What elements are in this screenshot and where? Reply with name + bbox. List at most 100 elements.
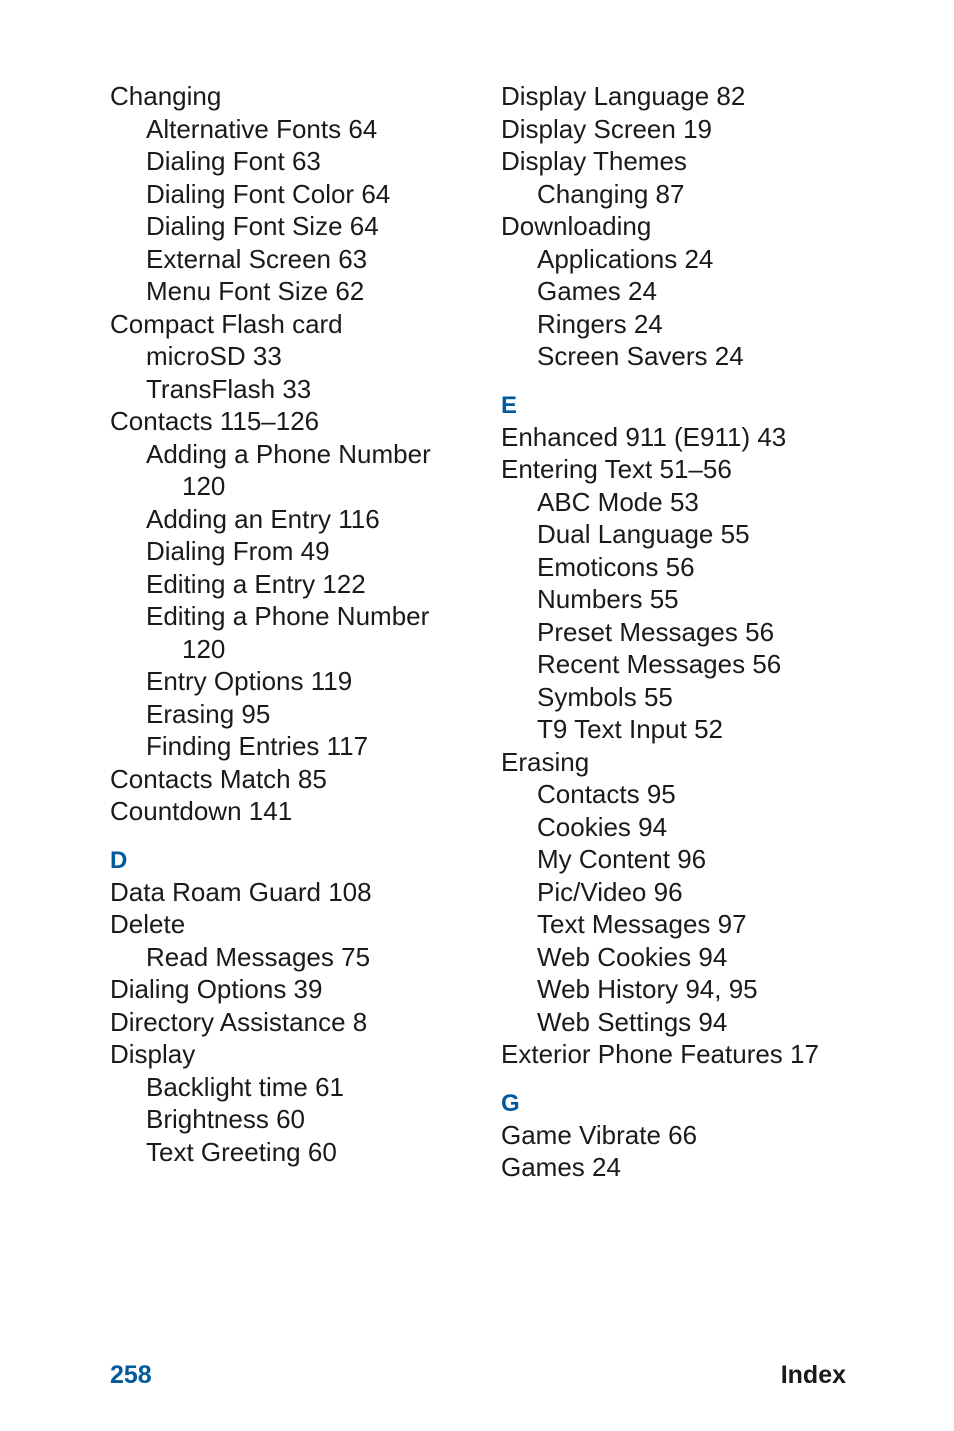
index-pages: 33 — [253, 341, 282, 371]
index-term: Directory Assistance — [110, 1007, 346, 1037]
index-entry: Finding Entries 117 — [146, 730, 453, 763]
index-pages: 96 — [654, 877, 683, 907]
index-entry: Delete — [110, 908, 453, 941]
index-pages: 64 — [361, 179, 390, 209]
index-term: Text Greeting — [146, 1137, 301, 1167]
index-term: Emoticons — [537, 552, 658, 582]
index-entry: Ringers 24 — [537, 308, 844, 341]
index-pages: 49 — [301, 536, 330, 566]
index-pages: 141 — [249, 796, 292, 826]
index-entry: Numbers 55 — [537, 583, 844, 616]
index-pages: 55 — [650, 584, 679, 614]
index-entry: Dialing Font 63 — [146, 145, 453, 178]
index-pages: 94 — [638, 812, 667, 842]
index-pages: 56 — [745, 617, 774, 647]
index-entry: Screen Savers 24 — [537, 340, 844, 373]
index-pages: 55 — [721, 519, 750, 549]
index-term: Changing — [110, 81, 221, 111]
index-term: Dialing From — [146, 536, 293, 566]
index-term: Text Messages — [537, 909, 710, 939]
index-entry: Menu Font Size 62 — [146, 275, 453, 308]
index-entry: Web Settings 94 — [537, 1006, 844, 1039]
index-pages: 62 — [335, 276, 364, 306]
index-pages: 24 — [592, 1152, 621, 1182]
section-letter-d: D — [110, 846, 453, 876]
index-entry: Emoticons 56 — [537, 551, 844, 584]
index-term: Adding an Entry — [146, 504, 331, 534]
index-entry: T9 Text Input 52 — [537, 713, 844, 746]
index-pages: 116 — [338, 504, 379, 534]
index-term: Entry Options — [146, 666, 304, 696]
index-entry: Adding a Phone Number — [146, 438, 453, 471]
index-term: Symbols — [537, 682, 637, 712]
index-entry: 120 — [182, 470, 453, 503]
index-entry: Compact Flash card — [110, 308, 453, 341]
index-pages: 8 — [353, 1007, 367, 1037]
index-entry: Downloading — [501, 210, 844, 243]
index-entry: Read Messages 75 — [146, 941, 453, 974]
index-term: Web Cookies — [537, 942, 691, 972]
page-number: 258 — [110, 1360, 152, 1391]
section-letter-e: E — [501, 391, 844, 421]
index-entry: Directory Assistance 8 — [110, 1006, 453, 1039]
index-entry: 120 — [182, 633, 453, 666]
index-columns: ChangingAlternative Fonts 64Dialing Font… — [110, 80, 844, 1184]
index-pages: 119 — [311, 666, 352, 696]
index-entry: Erasing 95 — [146, 698, 453, 731]
index-entry: Dialing Font Color 64 — [146, 178, 453, 211]
index-pages: 53 — [670, 487, 699, 517]
index-term: Compact Flash card — [110, 309, 343, 339]
index-entry: Web Cookies 94 — [537, 941, 844, 974]
index-term: Numbers — [537, 584, 642, 614]
index-term: TransFlash — [146, 374, 275, 404]
index-term: Changing — [537, 179, 648, 209]
index-term: 120 — [182, 634, 225, 664]
index-entry: Dual Language 55 — [537, 518, 844, 551]
index-pages: 87 — [656, 179, 685, 209]
section-letter-g: G — [501, 1089, 844, 1119]
index-entry: Web History 94, 95 — [537, 973, 844, 1006]
index-term: Adding a Phone Number — [146, 439, 431, 469]
index-term: Exterior Phone Features — [501, 1039, 783, 1069]
index-pages: 19 — [683, 114, 712, 144]
index-pages: 43 — [757, 422, 786, 452]
index-term: Contacts — [110, 406, 213, 436]
index-pages: 115–126 — [220, 406, 319, 436]
index-pages: 96 — [677, 844, 706, 874]
index-entry: My Content 96 — [537, 843, 844, 876]
index-column-right: Display Language 82Display Screen 19Disp… — [501, 80, 844, 1184]
index-term: Display Screen — [501, 114, 676, 144]
index-entry: Backlight time 61 — [146, 1071, 453, 1104]
index-entry: Changing — [110, 80, 453, 113]
index-term: Editing a Phone Number — [146, 601, 429, 631]
index-term: Countdown — [110, 796, 242, 826]
index-entry: Applications 24 — [537, 243, 844, 276]
index-pages: 75 — [341, 942, 370, 972]
index-term: Enhanced 911 (E911) — [501, 422, 750, 452]
index-term: Display Language — [501, 81, 709, 111]
index-term: 120 — [182, 471, 225, 501]
index-pages: 63 — [338, 244, 367, 274]
index-entry: Enhanced 911 (E911) 43 — [501, 421, 844, 454]
index-term: Cookies — [537, 812, 631, 842]
index-entry: Display Language 82 — [501, 80, 844, 113]
index-column-left: ChangingAlternative Fonts 64Dialing Font… — [110, 80, 453, 1184]
index-entry: Data Roam Guard 108 — [110, 876, 453, 909]
index-entry: Display — [110, 1038, 453, 1071]
index-entry: Dialing From 49 — [146, 535, 453, 568]
index-term: Games — [501, 1152, 585, 1182]
index-term: microSD — [146, 341, 246, 371]
index-entry: Recent Messages 56 — [537, 648, 844, 681]
index-pages: 97 — [718, 909, 747, 939]
index-pages: 108 — [328, 877, 371, 907]
index-pages: 56 — [666, 552, 695, 582]
index-entry: External Screen 63 — [146, 243, 453, 276]
index-entry: Contacts Match 85 — [110, 763, 453, 796]
index-entry: Editing a Phone Number — [146, 600, 453, 633]
index-pages: 17 — [790, 1039, 819, 1069]
index-term: External Screen — [146, 244, 331, 274]
index-term: Game Vibrate — [501, 1120, 661, 1150]
index-term: Preset Messages — [537, 617, 738, 647]
index-entry: Entry Options 119 — [146, 665, 453, 698]
index-pages: 56 — [752, 649, 781, 679]
